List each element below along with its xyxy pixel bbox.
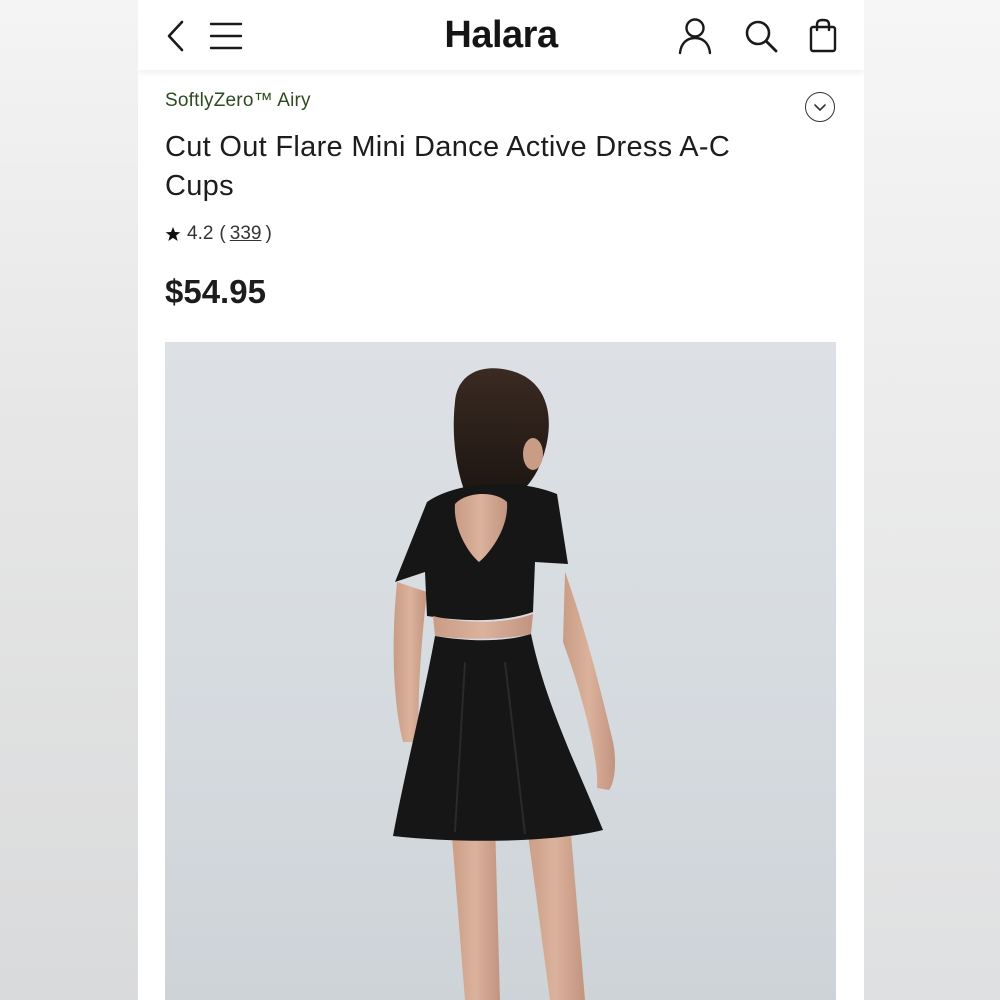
model-photo-illustration	[393, 368, 616, 1000]
top-nav-bar: Halara	[138, 0, 864, 70]
search-icon	[745, 20, 778, 53]
product-image[interactable]	[165, 342, 836, 1000]
product-rating: 4.2 ( 339 )	[165, 223, 272, 245]
expand-collection-button[interactable]	[805, 92, 835, 122]
collection-label[interactable]: SoftlyZero™ Airy	[165, 90, 311, 112]
product-title: Cut Out Flare Mini Dance Active Dress A-…	[165, 131, 731, 202]
product-page: Halara SoftlyZero™ Airy Cut Out Flare Mi	[138, 0, 864, 1000]
chevron-down-icon	[814, 104, 826, 111]
cart-button[interactable]	[801, 14, 845, 58]
rating-paren-open: (	[219, 223, 226, 244]
blurred-backdrop-right	[862, 0, 1000, 1000]
product-price: $54.95	[165, 273, 266, 310]
search-button[interactable]	[739, 14, 783, 58]
rating-paren-close: )	[265, 223, 272, 244]
blurred-backdrop-left	[0, 0, 138, 1000]
star-icon	[165, 226, 181, 242]
user-icon	[678, 18, 712, 55]
shopping-bag-icon	[809, 18, 837, 53]
rating-value: 4.2	[187, 223, 214, 244]
account-button[interactable]	[673, 14, 717, 58]
review-count-link[interactable]: 339	[230, 223, 262, 245]
